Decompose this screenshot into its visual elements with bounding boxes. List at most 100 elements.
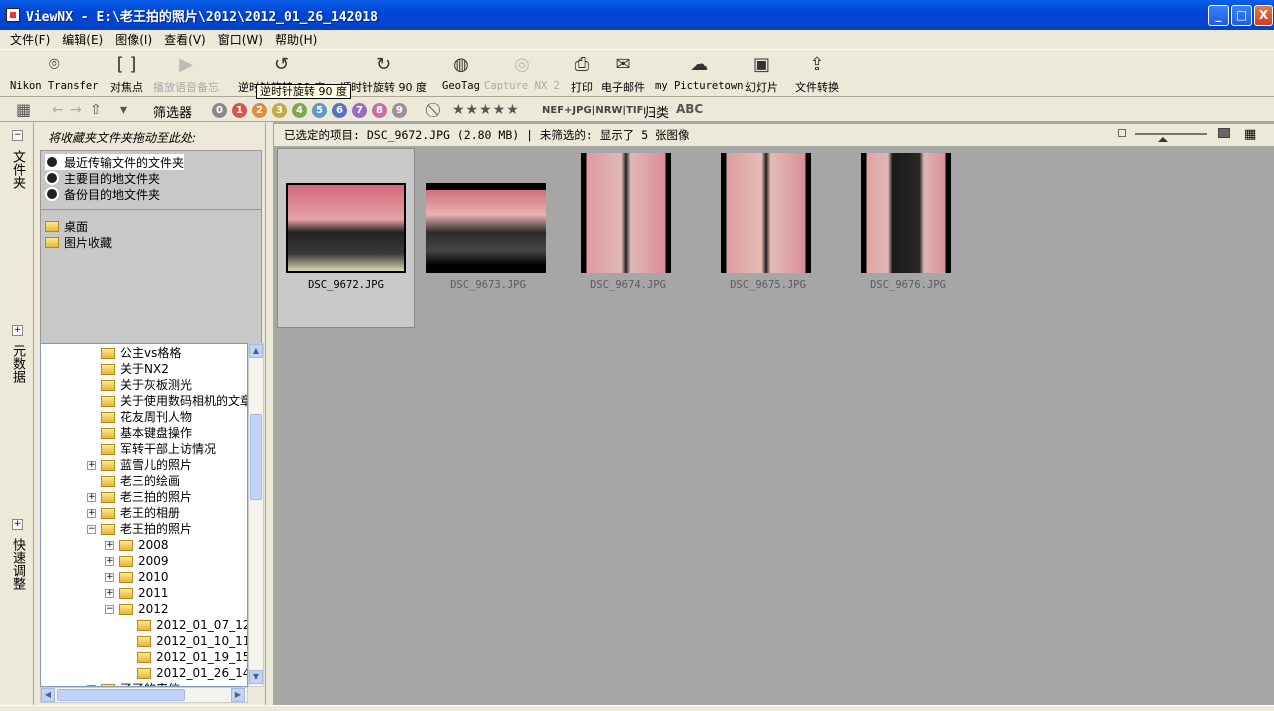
- folder-menu-icon[interactable]: ▾: [120, 102, 127, 118]
- menu-edit[interactable]: 编辑(E): [56, 31, 109, 48]
- label-5[interactable]: 5: [312, 103, 327, 118]
- minimize-button[interactable]: _: [1208, 5, 1229, 26]
- tree-horizontal-scrollbar[interactable]: ◀ ▶: [40, 687, 248, 703]
- small-thumb-icon[interactable]: [1118, 129, 1126, 137]
- layout-grid-icon[interactable]: ▦: [1244, 127, 1256, 142]
- label-6[interactable]: 6: [332, 103, 347, 118]
- favorite-desktop[interactable]: 桌面: [45, 218, 88, 234]
- close-button[interactable]: X: [1254, 5, 1273, 26]
- nikon-transfer-button[interactable]: ⌾ Nikon Transfer: [10, 54, 99, 92]
- tree-expander-icon[interactable]: +: [87, 493, 96, 502]
- thumbnail-image[interactable]: [286, 183, 406, 273]
- backup-destination-folder[interactable]: 备份目的地文件夹: [45, 186, 160, 202]
- thumbnail-image[interactable]: [721, 153, 811, 273]
- file-convert-button[interactable]: ⇪ 文件转换: [795, 54, 839, 95]
- menu-file[interactable]: 文件(F): [4, 31, 56, 48]
- scroll-left-icon[interactable]: ◀: [41, 688, 55, 702]
- tree-item[interactable]: 关于灰板测光: [101, 377, 192, 393]
- tree-item[interactable]: 花友周刊人物: [101, 409, 192, 425]
- tree-item[interactable]: 基本键盘操作: [101, 425, 192, 441]
- expand-icon[interactable]: +: [12, 519, 23, 530]
- pane-splitter[interactable]: [265, 122, 274, 705]
- forward-arrow-icon[interactable]: →: [70, 102, 82, 118]
- tree-expander-icon[interactable]: +: [105, 557, 114, 566]
- tree-item[interactable]: 2012_01_19_1504: [137, 649, 247, 665]
- hscroll-thumb[interactable]: [57, 689, 185, 701]
- tree-item[interactable]: 2012: [119, 601, 169, 617]
- tree-item[interactable]: 2012_01_07_1258: [137, 617, 247, 633]
- play-voice-memo-button[interactable]: ▶ 播放语音备忘: [153, 54, 219, 95]
- file-type-filter[interactable]: NEF+JPG|NRW|TIF: [542, 105, 643, 116]
- scroll-right-icon[interactable]: ▶: [231, 688, 245, 702]
- label-1[interactable]: 1: [232, 103, 247, 118]
- thumb-size-slider[interactable]: [1135, 133, 1207, 135]
- filter-label[interactable]: 筛选器: [153, 102, 192, 121]
- tree-expander-icon[interactable]: +: [105, 589, 114, 598]
- tab-quick-adjust[interactable]: 快速调整: [8, 538, 27, 590]
- menu-help[interactable]: 帮助(H): [269, 31, 323, 48]
- label-3[interactable]: 3: [272, 103, 287, 118]
- focus-point-button[interactable]: [ ] 对焦点: [110, 54, 143, 95]
- tree-expander-icon[interactable]: +: [87, 461, 96, 470]
- collapse-icon[interactable]: −: [12, 130, 23, 141]
- maximize-button[interactable]: □: [1231, 5, 1252, 26]
- label-7[interactable]: 7: [352, 103, 367, 118]
- tree-item[interactable]: 军转干部上访情况: [101, 441, 216, 457]
- tree-expander-icon[interactable]: +: [105, 573, 114, 582]
- back-arrow-icon[interactable]: ←: [52, 102, 64, 118]
- tree-item[interactable]: 老王的相册: [101, 505, 180, 521]
- tree-item[interactable]: 老王拍的照片: [101, 521, 192, 537]
- tree-item[interactable]: 2011: [119, 585, 169, 601]
- grid-view-icon[interactable]: ▦: [16, 100, 31, 119]
- sort-abc-icon[interactable]: ABC: [676, 102, 703, 116]
- label-9[interactable]: 9: [392, 103, 407, 118]
- slideshow-button[interactable]: ▣ 幻灯片: [745, 54, 778, 95]
- tree-item[interactable]: 老三拍的照片: [101, 489, 192, 505]
- picturetown-button[interactable]: ☁ my Picturetown: [655, 54, 744, 92]
- tree-item[interactable]: 2009: [119, 553, 169, 569]
- tree-item[interactable]: 公主vs格格: [101, 345, 181, 361]
- scroll-down-icon[interactable]: ▼: [249, 670, 263, 684]
- rotate-cw-button[interactable]: ↻ 顺时针旋转 90 度: [340, 54, 427, 95]
- tree-expander-icon[interactable]: −: [105, 605, 114, 614]
- large-thumb-icon[interactable]: [1218, 128, 1230, 138]
- favorite-pictures[interactable]: 图片收藏: [45, 234, 112, 250]
- tree-item[interactable]: 蓝雪儿的照片: [101, 457, 192, 473]
- tab-metadata[interactable]: 元数据: [8, 344, 27, 383]
- tab-folders[interactable]: 文件夹: [8, 150, 27, 189]
- geotag-button[interactable]: ◍ GeoTag: [442, 54, 480, 92]
- label-2[interactable]: 2: [252, 103, 267, 118]
- thumbnail-image[interactable]: [426, 183, 546, 273]
- tree-item[interactable]: 2012_01_26_1420: [137, 665, 247, 681]
- tree-item[interactable]: 2012_01_10_1111: [137, 633, 247, 649]
- up-folder-icon[interactable]: ⇧: [90, 102, 102, 118]
- menu-image[interactable]: 图像(I): [109, 31, 158, 48]
- recent-transfer-folder[interactable]: 最近传输文件的文件夹: [45, 154, 185, 170]
- label-8[interactable]: 8: [372, 103, 387, 118]
- email-button[interactable]: ✉ 电子邮件: [601, 54, 645, 95]
- tree-item[interactable]: 2008: [119, 537, 169, 553]
- print-button[interactable]: ⎙ 打印: [571, 54, 593, 95]
- primary-destination-folder[interactable]: 主要目的地文件夹: [45, 170, 160, 186]
- thumbnail-image[interactable]: [861, 153, 951, 273]
- tree-item[interactable]: 关于使用数码相机的文章: [101, 393, 247, 409]
- tree-expander-icon[interactable]: +: [87, 509, 96, 518]
- sort-label[interactable]: 归类: [643, 102, 669, 121]
- tree-item[interactable]: 2010: [119, 569, 169, 585]
- tree-vertical-scrollbar[interactable]: ▲ ▼: [248, 343, 264, 687]
- slider-handle[interactable]: [1158, 137, 1168, 142]
- tree-item[interactable]: 老三的绘画: [101, 473, 180, 489]
- label-4[interactable]: 4: [292, 103, 307, 118]
- rating-stars[interactable]: ★★★★★: [452, 102, 520, 118]
- tree-expander-icon[interactable]: −: [87, 525, 96, 534]
- menu-view[interactable]: 查看(V): [158, 31, 212, 48]
- menu-window[interactable]: 窗口(W): [212, 31, 269, 48]
- tree-item[interactable]: 关于NX2: [101, 361, 169, 377]
- scroll-up-icon[interactable]: ▲: [249, 344, 263, 358]
- thumbnail-image[interactable]: [581, 153, 671, 273]
- scroll-thumb[interactable]: [250, 414, 262, 500]
- expand-icon[interactable]: +: [12, 325, 23, 336]
- capture-nx-button[interactable]: ◎ Capture NX 2: [484, 54, 560, 92]
- tree-expander-icon[interactable]: +: [105, 541, 114, 550]
- label-0[interactable]: 0: [212, 103, 227, 118]
